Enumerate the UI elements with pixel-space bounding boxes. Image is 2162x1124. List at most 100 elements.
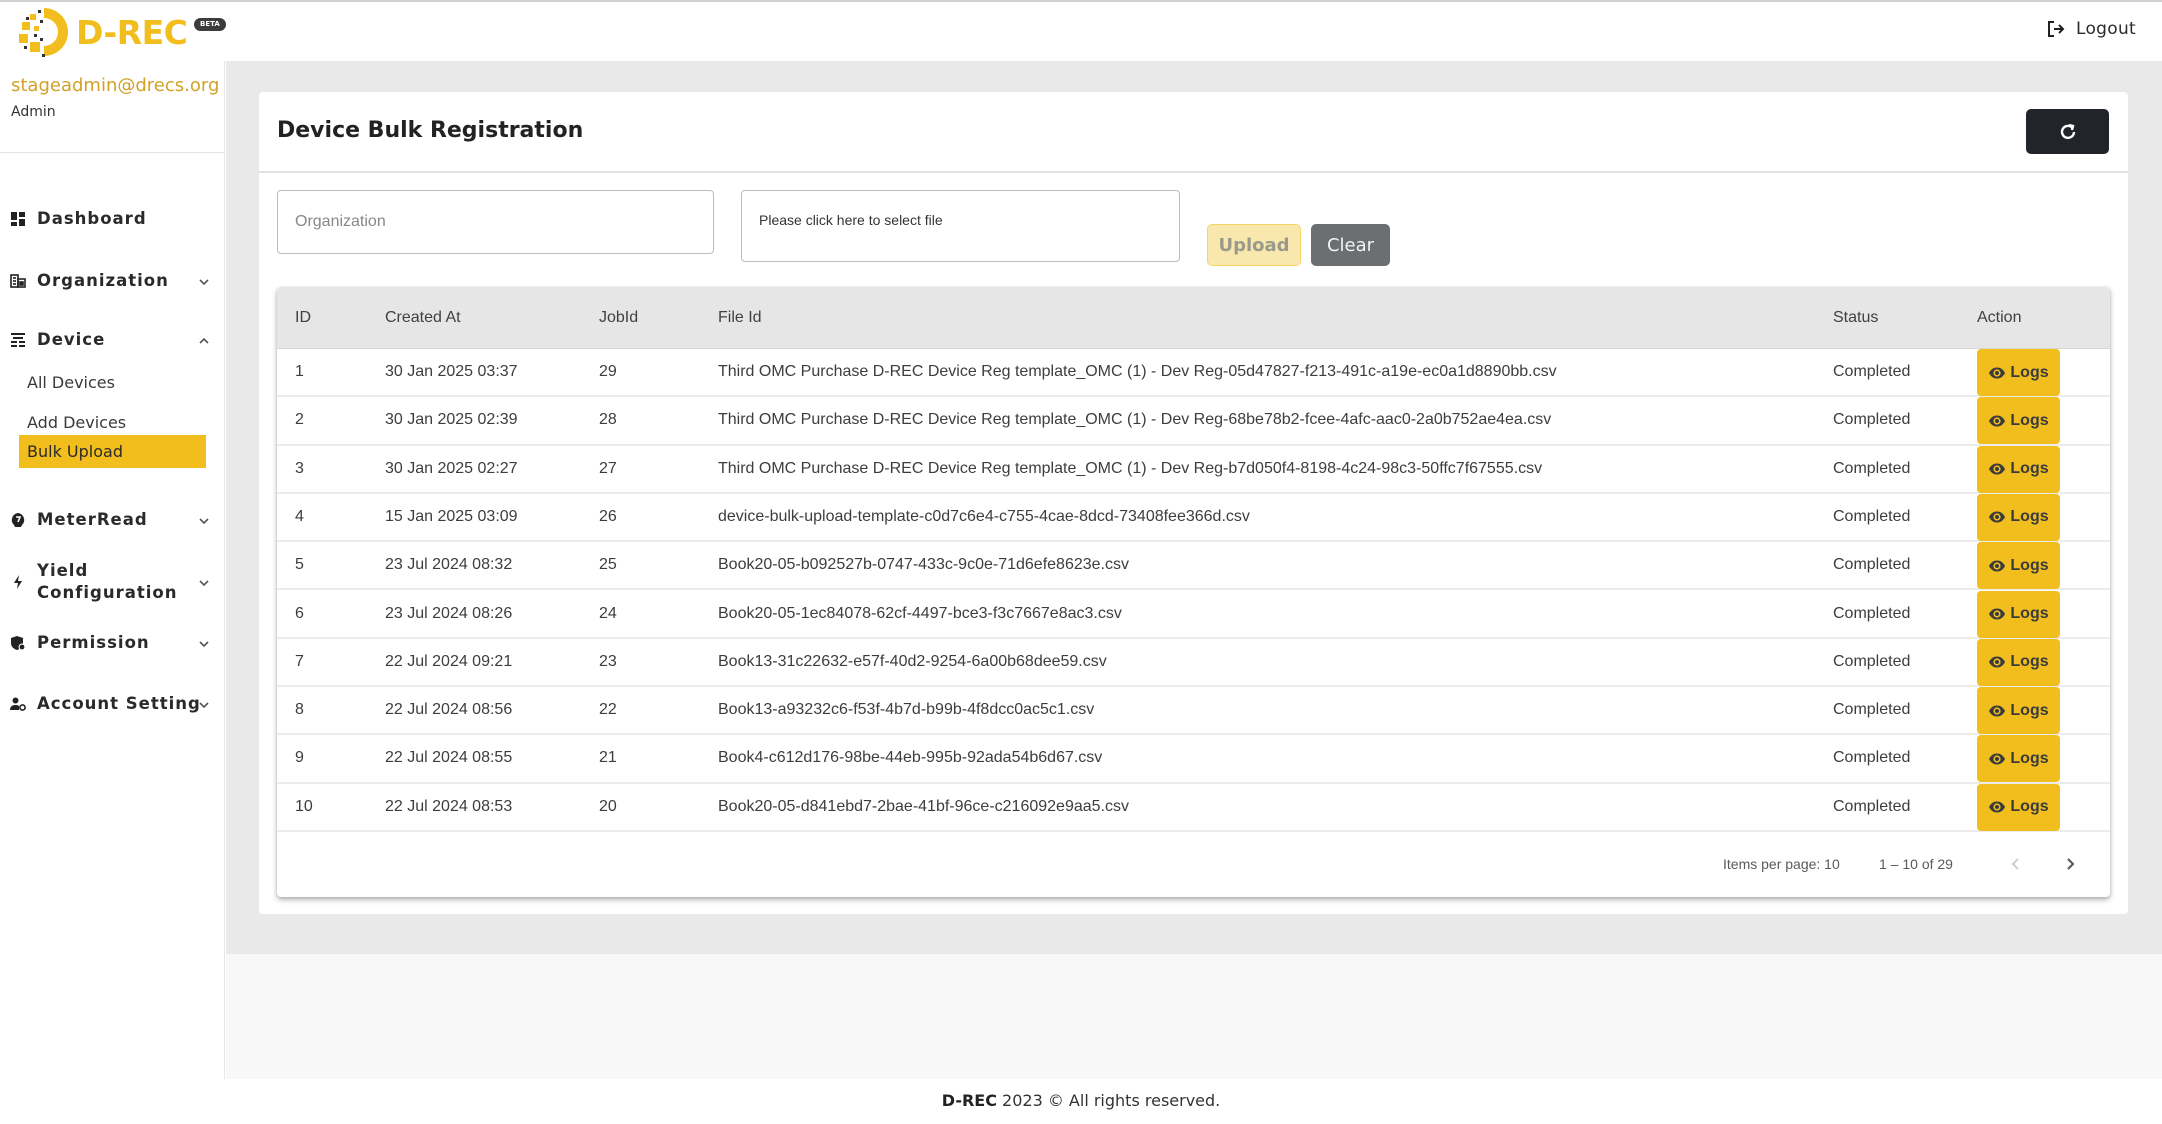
upload-button[interactable]: Upload	[1207, 224, 1301, 266]
eye-icon	[1989, 560, 2006, 572]
table-row: 2 30 Jan 2025 02:39 28 Third OMC Purchase D…	[277, 397, 2110, 446]
cell-created-at: 23 Jul 2024 08:26	[385, 604, 513, 622]
cell-status: Completed	[1833, 701, 1911, 719]
logs-button[interactable]: Logs	[1977, 783, 2060, 831]
user-gear-icon	[10, 696, 26, 712]
column-header-id[interactable]: ID	[295, 309, 311, 327]
table-row: 3 30 Jan 2025 02:27 27 Third OMC Purchase D…	[277, 445, 2110, 494]
column-header-status[interactable]: Status	[1833, 309, 1878, 327]
device-icon	[10, 332, 26, 348]
previous-page-button[interactable]	[2003, 851, 2029, 877]
cell-id: 3	[295, 459, 304, 477]
logs-label: Logs	[2010, 749, 2049, 767]
beta-badge: BETA	[194, 18, 226, 31]
top-navbar: D-REC BETA Logout	[0, 0, 2162, 61]
cell-job-id: 27	[599, 459, 617, 477]
cell-status: Completed	[1833, 652, 1911, 670]
footer-brand: D-REC	[941, 1091, 997, 1110]
sidebar-item-label: MeterRead	[37, 510, 148, 529]
logs-label: Logs	[2010, 411, 2049, 429]
chevron-down-icon	[197, 575, 211, 589]
file-select-input[interactable]: Please click here to select file	[741, 190, 1180, 262]
sidebar-item-account-setting[interactable]: Account Setting	[0, 684, 225, 724]
eye-icon	[1989, 511, 2006, 523]
logs-button[interactable]: Logs	[1977, 349, 2060, 396]
sidebar-subitem-all-devices[interactable]: All Devices	[19, 366, 206, 399]
logs-label: Logs	[2010, 508, 2049, 526]
sidebar-item-meterread[interactable]: MeterRead	[0, 500, 225, 540]
cell-file-id: Book20-05-b092527b-0747-433c-9c0e-71d6ef…	[718, 556, 1129, 574]
logs-button[interactable]: Logs	[1977, 397, 2060, 445]
sidebar-item-dashboard[interactable]: Dashboard	[0, 199, 225, 239]
logs-button[interactable]: Logs	[1977, 542, 2060, 590]
eye-icon	[1989, 656, 2006, 668]
cell-created-at: 15 Jan 2025 03:09	[385, 507, 518, 525]
logs-button[interactable]: Logs	[1977, 735, 2060, 783]
sidebar-item-label: Permission	[37, 633, 150, 652]
column-header-created-at[interactable]: Created At	[385, 309, 461, 327]
label-line1: Yield	[37, 561, 89, 580]
chevron-down-icon	[197, 697, 211, 711]
next-page-button[interactable]	[2057, 851, 2083, 877]
brand-logo[interactable]: D-REC	[16, 4, 188, 60]
sidebar-item-label: Device	[37, 330, 106, 349]
cell-job-id: 20	[599, 797, 617, 815]
sidebar-item-device[interactable]: Device	[0, 320, 225, 360]
sidebar-item-yield-configuration[interactable]: Yield Configuration	[0, 557, 225, 607]
logs-label: Logs	[2010, 653, 2049, 671]
column-header-file-id[interactable]: File Id	[718, 309, 762, 327]
cell-file-id: Third OMC Purchase D-REC Device Reg temp…	[718, 363, 1557, 380]
user-info: stageadmin@drecs.org Admin	[0, 61, 224, 153]
logs-label: Logs	[2010, 605, 2049, 622]
items-per-page[interactable]: Items per page: 10	[1723, 856, 1840, 872]
cell-job-id: 23	[599, 652, 617, 670]
cell-id: 2	[295, 411, 304, 429]
chevron-right-icon	[2067, 858, 2075, 870]
table-row: 8 22 Jul 2024 08:56 22 Book13-a93232c6-f53f…	[277, 687, 2110, 736]
logs-button[interactable]: Logs	[1977, 493, 2060, 541]
logs-button[interactable]: Logs	[1977, 445, 2060, 493]
cell-status: Completed	[1833, 604, 1911, 622]
cell-created-at: 23 Jul 2024 08:32	[385, 556, 513, 574]
bolt-icon	[10, 574, 26, 590]
cell-job-id: 28	[599, 411, 617, 429]
clear-button[interactable]: Clear	[1311, 224, 1390, 266]
cell-file-id: Third OMC Purchase D-REC Device Reg temp…	[718, 411, 1552, 429]
organization-input[interactable]	[277, 190, 714, 254]
cell-created-at: 30 Jan 2025 03:37	[385, 363, 518, 380]
cell-id: 9	[295, 749, 304, 767]
shield-icon	[10, 635, 26, 651]
logs-button[interactable]: Logs	[1977, 638, 2060, 686]
sidebar-item-organization[interactable]: Organization	[0, 261, 225, 301]
chevron-left-icon	[2011, 858, 2019, 870]
footer: D-REC 2023 © All rights reserved.	[0, 1079, 2162, 1124]
bulk-upload-table: ID Created At JobId File Id Status Actio…	[277, 287, 2110, 897]
cell-job-id: 25	[599, 556, 617, 574]
logout-label: Logout	[2075, 19, 2136, 39]
chevron-up-icon	[197, 333, 211, 347]
table-row: 6 23 Jul 2024 08:26 24 Book20-05-1ec84078-6…	[277, 590, 2110, 639]
logs-button[interactable]: Logs	[1977, 590, 2060, 638]
bulk-registration-card: Device Bulk Registration Please click he…	[259, 92, 2128, 914]
refresh-button[interactable]	[2026, 109, 2109, 154]
content-area-lower	[226, 954, 2162, 1079]
cell-status: Completed	[1833, 411, 1911, 429]
cell-created-at: 30 Jan 2025 02:27	[385, 459, 518, 477]
cell-file-id: Third OMC Purchase D-REC Device Reg temp…	[718, 459, 1543, 477]
chevron-down-icon	[197, 274, 211, 288]
logs-button[interactable]: Logs	[1977, 687, 2060, 735]
cell-created-at: 22 Jul 2024 08:55	[385, 749, 513, 767]
table-row: 1 30 Jan 2025 03:37 29 Third OMC Purchase D…	[277, 349, 2110, 398]
sidebar-subitem-bulk-upload[interactable]: Bulk Upload	[19, 435, 206, 468]
cell-file-id: Book13-a93232c6-f53f-4b7d-b99b-4f8dcc0ac…	[718, 701, 1095, 719]
cell-job-id: 29	[599, 363, 617, 380]
sidebar-item-permission[interactable]: Permission	[0, 623, 225, 663]
column-header-job-id[interactable]: JobId	[599, 309, 638, 327]
logout-button[interactable]: Logout	[2046, 19, 2136, 39]
dashboard-icon	[10, 211, 26, 227]
table-row: 5 23 Jul 2024 08:32 25 Book20-05-b092527b-0…	[277, 542, 2110, 591]
table-row: 7 22 Jul 2024 09:21 23 Book13-31c22632-e57f…	[277, 638, 2110, 688]
cell-created-at: 22 Jul 2024 08:53	[385, 797, 513, 815]
sidebar-item-label: Dashboard	[37, 209, 147, 228]
logs-label: Logs	[2010, 363, 2049, 381]
